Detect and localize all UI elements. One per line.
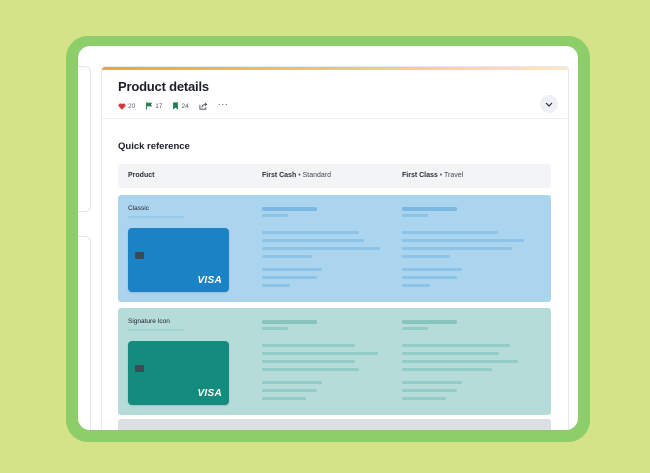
placeholder-line	[262, 352, 378, 355]
background-panel	[78, 66, 91, 212]
placeholder-line	[262, 231, 359, 234]
card-chip-icon	[135, 252, 144, 259]
placeholder-line	[262, 397, 306, 400]
bookmark-count: 24	[181, 102, 189, 110]
placeholder-line	[402, 360, 518, 363]
product-name: Classic	[128, 205, 149, 212]
section-title: Quick reference	[118, 141, 190, 152]
placeholder-line	[262, 320, 317, 324]
placeholder-line	[262, 214, 288, 217]
column-header-product: Product	[128, 172, 155, 179]
share-icon	[199, 102, 208, 110]
placeholder-line	[402, 284, 430, 287]
placeholder-line	[262, 239, 364, 242]
placeholder-line	[402, 327, 428, 330]
product-name: Signature Icon	[128, 318, 170, 325]
app-screen: Product details 20 17 24 ··· Quick refer…	[78, 46, 578, 430]
placeholder-line	[402, 247, 512, 250]
background-panel	[78, 236, 91, 430]
table-row: Signature Icon VISA	[118, 308, 551, 415]
reaction-toolbar: 20 17 24 ···	[118, 100, 238, 112]
accent-bar	[102, 67, 568, 70]
placeholder-line	[402, 344, 510, 347]
placeholder-line	[402, 268, 462, 271]
column-header-first-class: First Class • Travel	[402, 172, 464, 179]
placeholder-line	[402, 397, 446, 400]
chevron-down-icon	[545, 102, 553, 107]
share-button[interactable]	[199, 102, 208, 110]
placeholder-line	[262, 284, 290, 287]
table-row	[118, 419, 551, 430]
placeholder-line	[262, 247, 380, 250]
page-title: Product details	[118, 79, 209, 94]
placeholder-line	[262, 360, 355, 363]
card-chip-icon	[135, 365, 144, 372]
placeholder-line	[402, 352, 499, 355]
placeholder-line	[128, 216, 184, 218]
bookmark-button[interactable]: 24	[172, 102, 189, 110]
divider	[102, 118, 568, 119]
placeholder-line	[402, 214, 428, 217]
credit-card-classic[interactable]: VISA	[128, 228, 229, 292]
more-options-button[interactable]: ···	[218, 100, 229, 109]
placeholder-line	[262, 381, 322, 384]
product-details-panel: Product details 20 17 24 ··· Quick refer…	[101, 66, 569, 430]
placeholder-line	[402, 255, 450, 258]
flag-count: 17	[155, 102, 163, 110]
placeholder-line	[402, 389, 457, 392]
table-row: Classic VISA	[118, 195, 551, 302]
placeholder-line	[262, 344, 355, 347]
heart-icon	[118, 103, 126, 110]
placeholder-line	[128, 329, 184, 331]
visa-logo: VISA	[197, 275, 222, 286]
placeholder-line	[262, 327, 288, 330]
placeholder-line	[402, 231, 498, 234]
column-header-first-cash: First Cash • Standard	[262, 172, 332, 179]
flag-button[interactable]: 17	[145, 102, 162, 110]
placeholder-line	[402, 239, 524, 242]
placeholder-line	[262, 268, 322, 271]
like-button[interactable]: 20	[118, 103, 135, 110]
table-header: Product First Cash • Standard First Clas…	[118, 164, 551, 188]
placeholder-line	[402, 320, 457, 324]
placeholder-line	[262, 255, 312, 258]
expand-button[interactable]	[540, 95, 558, 113]
placeholder-line	[262, 389, 317, 392]
placeholder-line	[402, 368, 492, 371]
like-count: 20	[128, 102, 136, 110]
placeholder-line	[262, 276, 317, 279]
credit-card-signature-icon[interactable]: VISA	[128, 341, 229, 405]
placeholder-line	[402, 207, 457, 211]
more-options-icon: ···	[217, 99, 229, 109]
bookmark-icon	[173, 102, 179, 110]
placeholder-line	[262, 368, 359, 371]
flag-icon	[146, 102, 153, 110]
placeholder-line	[402, 381, 462, 384]
visa-logo: VISA	[197, 388, 222, 399]
placeholder-line	[402, 276, 457, 279]
placeholder-line	[262, 207, 317, 211]
